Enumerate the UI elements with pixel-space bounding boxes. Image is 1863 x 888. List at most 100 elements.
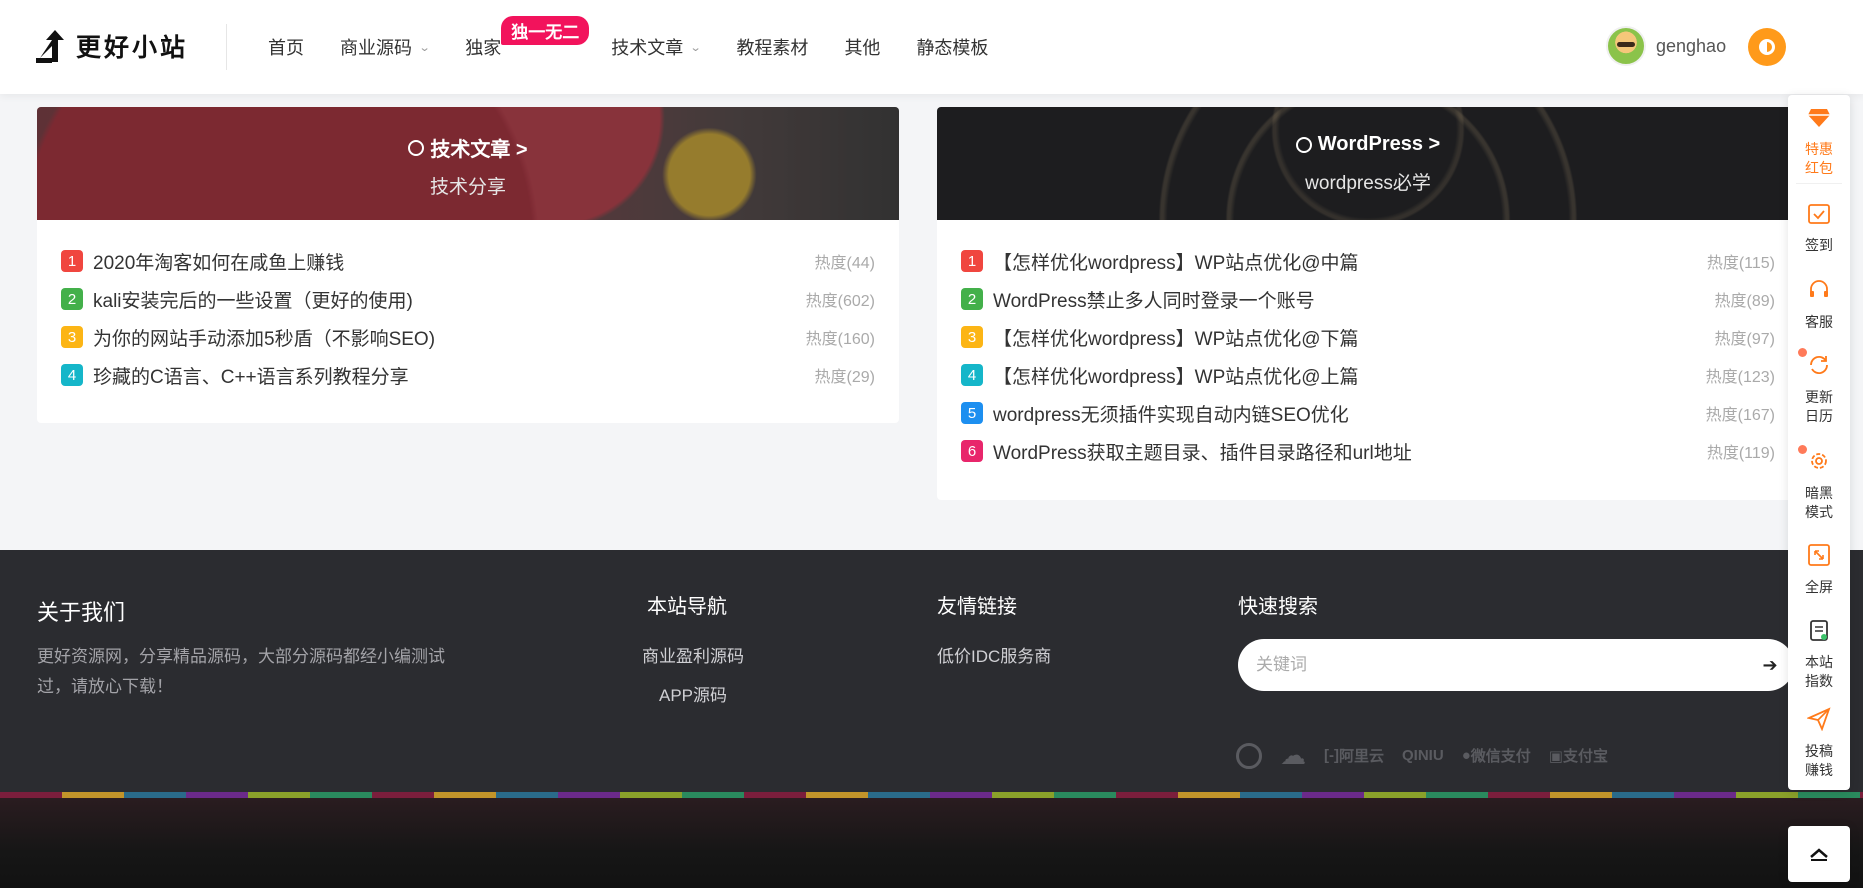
gear-icon (1811, 453, 1827, 469)
sidebar-item-red-packet[interactable]: 特惠红包 (1788, 105, 1850, 178)
heat-count: 热度(602) (805, 293, 875, 310)
rank-badge: 2 (961, 288, 983, 310)
nav-item-tutorials[interactable]: 教程素材 (736, 34, 808, 60)
card-subtitle: wordpress必学 (1305, 172, 1431, 194)
nav-label: 首页 (268, 38, 304, 58)
rank-badge: 3 (61, 326, 83, 348)
back-to-top-button[interactable] (1788, 826, 1850, 882)
article-list: 1 2020年淘客如何在咸鱼上赚钱 热度(44) 2 kali安装完后的一些设置（更好… (37, 220, 899, 394)
logo-divider (226, 24, 227, 70)
nav-item-exclusive[interactable]: 独家 独一无二 (465, 16, 590, 60)
rank-badge: 2 (61, 288, 83, 310)
nav-item-commercial-source[interactable]: 商业源码 ⌄ (340, 34, 431, 60)
about-text: 更好资源网，分享精品源码，大部分源码都经小编测试过，请放心下载！ (37, 647, 445, 696)
rank-badge: 4 (61, 364, 83, 386)
partner-name: 阿里云 (1339, 748, 1385, 765)
partner-name: 支付宝 (1562, 748, 1608, 765)
partner-name: 微信支付 (1470, 748, 1531, 765)
logo-text: 更好小站 (76, 33, 189, 62)
card-banner[interactable]: 技术文章 > 技术分享 (37, 107, 899, 220)
list-item[interactable]: 4 【怎样优化wordpress】WP站点优化@上篇 热度(123) (961, 356, 1775, 394)
nav-label: 商业源码 (340, 38, 412, 58)
article-title[interactable]: kali安装完后的一些设置（更好的使用) (93, 286, 796, 313)
sidebar-item-update-calendar[interactable]: 更新日历 (1788, 353, 1850, 426)
rank-badge: 5 (961, 402, 983, 424)
rank-badge: 6 (961, 440, 983, 462)
chevron-down-icon: ⌄ (689, 41, 702, 54)
article-title[interactable]: wordpress无须插件实现自动内链SEO优化 (993, 400, 1696, 427)
arrow-right-icon[interactable]: ➔ (1756, 651, 1784, 679)
article-title[interactable]: 【怎样优化wordpress】WP站点优化@中篇 (993, 248, 1697, 275)
friend-links-title: 友情链接 (937, 596, 1017, 618)
half-moon-icon (1759, 39, 1775, 55)
sidebar-item-dark-mode[interactable]: 暗黑模式 (1788, 449, 1850, 522)
article-title[interactable]: 为你的网站手动添加5秒盾（不影响SEO) (93, 324, 796, 351)
card-title: WordPress > (1317, 133, 1441, 155)
nav-badge: 独一无二 (501, 16, 590, 45)
sidebar-label: 本站指数 (1805, 654, 1833, 689)
sidebar-label: 投稿赚钱 (1805, 743, 1833, 778)
list-item[interactable]: 3 为你的网站手动添加5秒盾（不影响SEO) 热度(160) (61, 318, 875, 356)
list-item[interactable]: 2 WordPress禁止多人同时登录一个账号 热度(89) (961, 280, 1775, 318)
list-item[interactable]: 3 【怎样优化wordpress】WP站点优化@下篇 热度(97) (961, 318, 1775, 356)
site-logo[interactable]: 更好小站 (36, 26, 196, 66)
friend-link[interactable]: 低价IDC服务商 (937, 642, 1051, 667)
sidebar-label: 全屏 (1805, 579, 1833, 595)
article-title[interactable]: WordPress获取主题目录、插件目录路径和url地址 (993, 438, 1697, 465)
logo-arrow-icon (36, 30, 64, 63)
footer-nav-link[interactable]: APP源码 (600, 681, 786, 706)
article-title[interactable]: 珍藏的C语言、C++语言系列教程分享 (93, 362, 805, 389)
search-input[interactable] (1256, 655, 1756, 675)
footer-bottom-bar (0, 798, 1863, 888)
sidebar-divider (1796, 183, 1842, 184)
sidebar-label: 更新日历 (1805, 389, 1833, 424)
sidebar-label: 客服 (1805, 314, 1833, 330)
rank-badge: 4 (961, 364, 983, 386)
article-title[interactable]: WordPress禁止多人同时登录一个账号 (993, 286, 1705, 313)
sidebar-label: 暗黑模式 (1805, 485, 1833, 520)
article-title[interactable]: 【怎样优化wordpress】WP站点优化@下篇 (993, 324, 1705, 351)
list-item[interactable]: 5 wordpress无须插件实现自动内链SEO优化 热度(167) (961, 394, 1775, 432)
card-title-link[interactable]: WordPress > (1295, 133, 1441, 156)
nav-item-tech-articles[interactable]: 技术文章 ⌄ (611, 34, 702, 60)
sidebar-item-fullscreen[interactable]: 全屏 (1788, 543, 1850, 597)
list-item[interactable]: 1 【怎样优化wordpress】WP站点优化@中篇 热度(115) (961, 242, 1775, 280)
heat-count: 热度(97) (1714, 331, 1775, 348)
article-title[interactable]: 【怎样优化wordpress】WP站点优化@上篇 (993, 362, 1696, 389)
article-list: 1 【怎样优化wordpress】WP站点优化@中篇 热度(115) 2 WordPr… (937, 220, 1799, 470)
rank-badge: 3 (961, 326, 983, 348)
card-banner[interactable]: WordPress > wordpress必学 (937, 107, 1799, 220)
list-item[interactable]: 2 kali安装完后的一些设置（更好的使用) 热度(602) (61, 280, 875, 318)
nav-item-home[interactable]: 首页 (268, 34, 304, 60)
sidebar-item-site-index[interactable]: 本站指数 (1788, 618, 1850, 691)
footer-nav-links: 商业盈利源码 APP源码 (600, 642, 786, 720)
article-title[interactable]: 2020年淘客如何在咸鱼上赚钱 (93, 248, 805, 275)
heat-count: 热度(44) (814, 255, 875, 272)
list-item[interactable]: 1 2020年淘客如何在咸鱼上赚钱 热度(44) (61, 242, 875, 280)
wordpress-card: WordPress > wordpress必学 1 【怎样优化wordpress】… (937, 107, 1799, 500)
user-menu[interactable]: genghao (1606, 26, 1726, 66)
partner-name: QINIU (1402, 747, 1444, 764)
nav-item-static-templates[interactable]: 静态模板 (916, 34, 988, 60)
username[interactable]: genghao (1656, 36, 1726, 57)
heat-count: 热度(89) (1714, 293, 1775, 310)
sidebar-item-submit[interactable]: 投稿赚钱 (1788, 707, 1850, 780)
sidebar-item-checkin[interactable]: 签到 (1788, 201, 1850, 255)
avatar[interactable] (1606, 26, 1646, 66)
card-title-link[interactable]: 技术文章 > (408, 133, 528, 162)
footer-nav-link[interactable]: 商业盈利源码 (600, 642, 786, 667)
nav-item-other[interactable]: 其他 (844, 34, 880, 60)
card-title: 技术文章 > (430, 139, 528, 161)
rank-badge: 1 (961, 250, 983, 272)
list-item[interactable]: 4 珍藏的C语言、C++语言系列教程分享 热度(29) (61, 356, 875, 394)
wechat-pay-logo: ● 微信支付 (1461, 747, 1531, 765)
rank-badge: 1 (61, 250, 83, 272)
sidebar-item-support[interactable]: 客服 (1788, 278, 1850, 332)
list-item[interactable]: 6 WordPress获取主题目录、插件目录路径和url地址 热度(119) (961, 432, 1775, 470)
nav-label: 静态模板 (916, 38, 989, 58)
theme-toggle-button[interactable] (1748, 28, 1786, 66)
nav-label: 教程素材 (736, 38, 809, 58)
qiniu-logo: QINIU (1402, 747, 1444, 764)
site-header: 更好小站 首页 商业源码 ⌄ 独家 独一无二 技术文章 ⌄ 教程素材 其他 静态模板 … (0, 0, 1863, 94)
nav-label: 技术文章 (611, 38, 684, 58)
